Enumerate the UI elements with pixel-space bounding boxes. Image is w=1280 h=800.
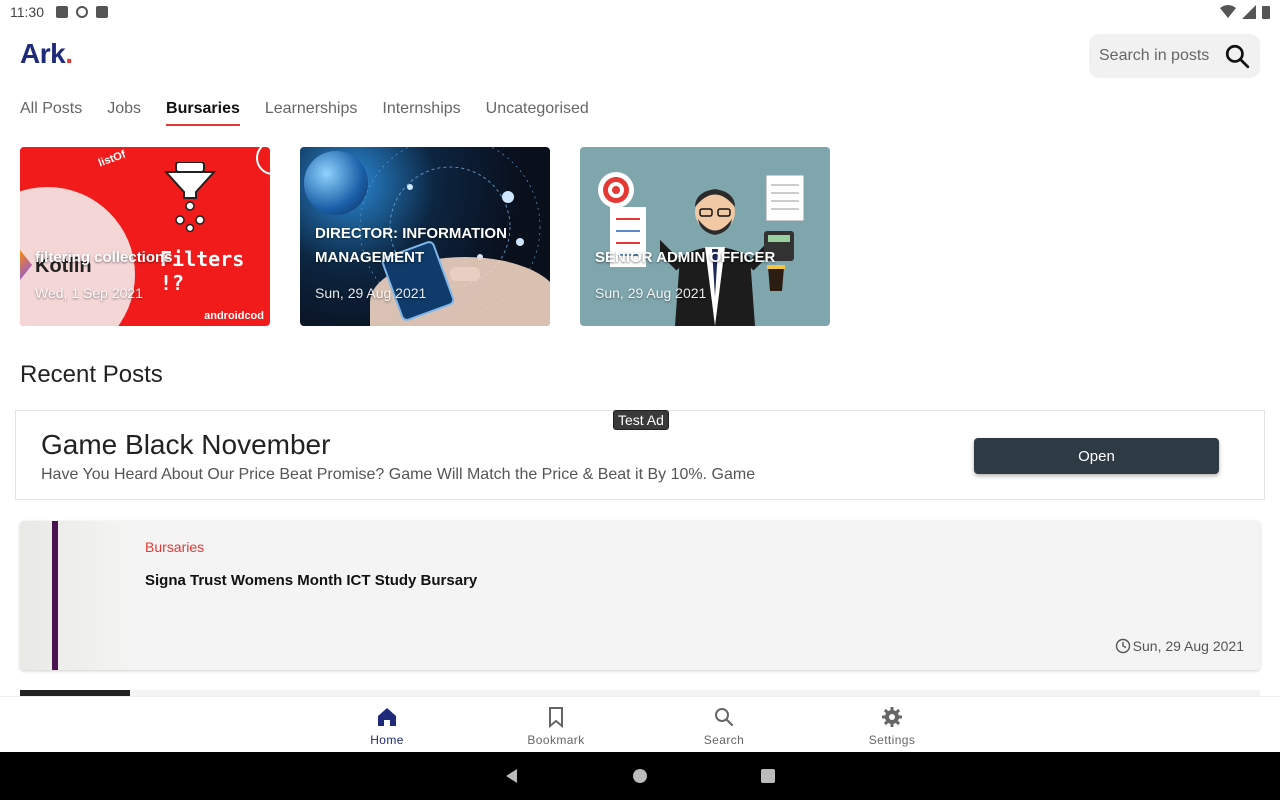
search-input[interactable]: Search in posts (1089, 34, 1260, 78)
tab-learnerships[interactable]: Learnerships (265, 100, 358, 124)
featured-carousel: listOf Kotlin Filters !? androidcod filt… (20, 147, 830, 326)
status-right (1220, 5, 1270, 19)
nav-home[interactable]: Home (337, 705, 437, 747)
featured-card-date: Sun, 29 Aug 2021 (315, 285, 427, 301)
notification-icon (56, 6, 68, 18)
recents-icon[interactable] (758, 766, 778, 786)
system-navigation-bar (0, 752, 1280, 800)
document-icon (766, 175, 804, 221)
nav-search-label: Search (703, 733, 745, 747)
post-date-text: Sun, 29 Aug 2021 (1132, 638, 1244, 654)
featured-card-title: SENIOR ADMIN OFFICER (595, 249, 776, 266)
home-icon (378, 708, 396, 726)
wifi-icon (1220, 5, 1236, 18)
gear-icon (882, 707, 902, 727)
image-text-main: Filters !? (160, 247, 245, 295)
featured-card-title: DIRECTOR: INFORMATION MANAGEMENT (315, 225, 507, 266)
status-time: 11:30 (10, 4, 44, 20)
image-text-brand: androidcod (204, 310, 264, 322)
battery-icon (1262, 6, 1270, 19)
ad-banner[interactable]: Test Ad Game Black November Have You Hea… (15, 410, 1265, 500)
post-date: Sun, 29 Aug 2021 (1115, 638, 1244, 654)
sync-icon (76, 6, 88, 18)
search-placeholder: Search in posts (1099, 47, 1210, 64)
category-tabs: All Posts Jobs Bursaries Learnerships In… (20, 100, 589, 126)
sd-card-icon (96, 6, 108, 18)
nav-bookmark-label: Bookmark (527, 733, 585, 747)
card-image-decoration (256, 147, 270, 175)
featured-card-date: Wed, 1 Sep 2021 (35, 285, 143, 301)
nav-settings-label: Settings (868, 733, 916, 747)
test-ad-badge: Test Ad (613, 410, 669, 430)
target-icon (598, 172, 634, 208)
globe-image (304, 151, 368, 215)
ad-description: Have You Heard About Our Price Beat Prom… (41, 466, 756, 483)
clock-icon (1115, 638, 1130, 654)
nav-bookmark[interactable]: Bookmark (506, 705, 606, 747)
post-thumbnail (20, 521, 130, 670)
back-icon[interactable] (502, 766, 522, 786)
search-icon (1225, 44, 1250, 69)
logo-dot: . (65, 38, 73, 69)
search-icon (715, 708, 734, 727)
home-button-icon[interactable] (630, 766, 650, 786)
thumbnail-accent (52, 521, 58, 670)
featured-card[interactable]: SENIOR ADMIN OFFICER Sun, 29 Aug 2021 (580, 147, 830, 326)
tab-bursaries[interactable]: Bursaries (166, 100, 240, 126)
post-card[interactable]: Bursaries Signa Trust Womens Month ICT S… (20, 521, 1260, 670)
ad-title: Game Black November (41, 429, 331, 460)
tab-all-posts[interactable]: All Posts (20, 100, 82, 124)
post-category[interactable]: Bursaries (145, 539, 204, 555)
ad-open-button[interactable]: Open (974, 438, 1219, 474)
app-root: 11:30 Ark. Search in posts All Posts Job… (0, 0, 1280, 800)
bookmark-icon (549, 707, 563, 729)
nav-settings[interactable]: Settings (842, 705, 942, 747)
app-logo[interactable]: Ark. (20, 38, 73, 70)
post-title: Signa Trust Womens Month ICT Study Bursa… (145, 572, 478, 589)
featured-card-date: Sun, 29 Aug 2021 (595, 285, 707, 301)
signal-icon (1242, 5, 1256, 19)
image-text-top: listOf (96, 148, 128, 170)
tab-internships[interactable]: Internships (382, 100, 460, 124)
bottom-navigation: Home Bookmark Search Settings (0, 696, 1280, 752)
status-bar: 11:30 (0, 0, 1280, 24)
nav-home-label: Home (370, 733, 404, 747)
featured-card-title: filtering collections (35, 249, 173, 266)
section-title-recent-posts: Recent Posts (20, 361, 163, 388)
tab-uncategorised[interactable]: Uncategorised (486, 100, 589, 124)
logo-text: Ark (20, 38, 66, 69)
nav-search[interactable]: Search (674, 705, 774, 747)
funnel-icon (163, 162, 217, 232)
featured-card[interactable]: DIRECTOR: INFORMATION MANAGEMENT Sun, 29… (300, 147, 550, 326)
tab-jobs[interactable]: Jobs (107, 100, 141, 124)
featured-card[interactable]: listOf Kotlin Filters !? androidcod filt… (20, 147, 270, 326)
